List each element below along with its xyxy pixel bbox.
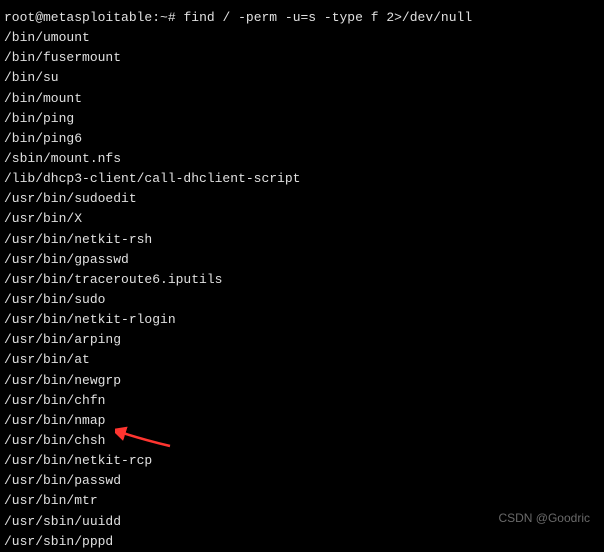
watermark-text: CSDN @Goodric bbox=[498, 509, 590, 528]
output-line: /sbin/mount.nfs bbox=[4, 149, 600, 169]
output-line: /usr/bin/traceroute6.iputils bbox=[4, 270, 600, 290]
prompt-separator: : bbox=[152, 10, 160, 25]
output-line: /usr/bin/chsh bbox=[4, 431, 600, 451]
command-text: find / -perm -u=s -type f 2>/dev/null bbox=[183, 10, 472, 25]
output-line: /usr/bin/netkit-rcp bbox=[4, 451, 600, 471]
output-line: /usr/bin/nmap bbox=[4, 411, 600, 431]
output-line: /usr/bin/sudoedit bbox=[4, 189, 600, 209]
output-line: /usr/bin/netkit-rsh bbox=[4, 230, 600, 250]
terminal-output: /bin/umount/bin/fusermount/bin/su/bin/mo… bbox=[4, 28, 600, 552]
output-line: /usr/bin/newgrp bbox=[4, 371, 600, 391]
output-line: /bin/ping6 bbox=[4, 129, 600, 149]
output-line: /bin/umount bbox=[4, 28, 600, 48]
output-line: /bin/ping bbox=[4, 109, 600, 129]
terminal-prompt-line[interactable]: root@metasploitable:~# find / -perm -u=s… bbox=[4, 8, 600, 28]
output-line: /usr/bin/passwd bbox=[4, 471, 600, 491]
output-line: /usr/bin/at bbox=[4, 350, 600, 370]
output-line: /usr/bin/chfn bbox=[4, 391, 600, 411]
output-line: /bin/mount bbox=[4, 89, 600, 109]
output-line: /bin/fusermount bbox=[4, 48, 600, 68]
prompt-path: ~ bbox=[160, 10, 168, 25]
prompt-symbol: # bbox=[168, 10, 176, 25]
output-line: /usr/sbin/pppd bbox=[4, 532, 600, 552]
output-line: /usr/bin/X bbox=[4, 209, 600, 229]
output-line: /usr/bin/gpasswd bbox=[4, 250, 600, 270]
output-line: /bin/su bbox=[4, 68, 600, 88]
output-line: /usr/bin/sudo bbox=[4, 290, 600, 310]
prompt-user-host: root@metasploitable bbox=[4, 10, 152, 25]
output-line: /usr/bin/netkit-rlogin bbox=[4, 310, 600, 330]
output-line: /lib/dhcp3-client/call-dhclient-script bbox=[4, 169, 600, 189]
output-line: /usr/bin/arping bbox=[4, 330, 600, 350]
